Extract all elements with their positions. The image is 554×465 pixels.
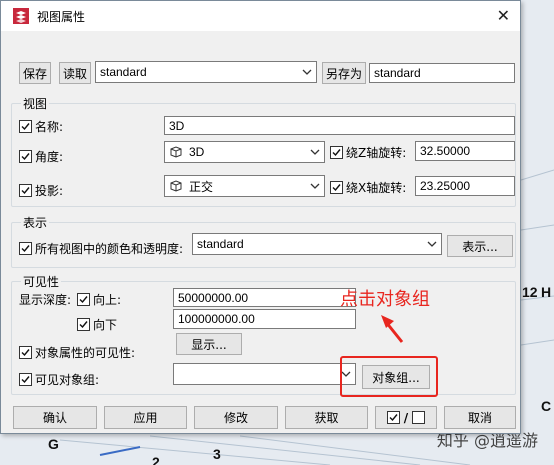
object-props-visibility-label: 对象属性的可见性:: [35, 346, 136, 360]
read-button[interactable]: 读取: [59, 62, 91, 84]
angle-select-value: 3D: [189, 145, 205, 159]
angle-checkbox[interactable]: 角度:: [19, 148, 63, 165]
close-icon[interactable]: ✕: [497, 6, 510, 25]
visible-object-groups-label: 可见对象组:: [35, 373, 100, 387]
grid-label-g: G: [48, 436, 59, 452]
z-rotation-input[interactable]: 32.50000: [415, 141, 515, 161]
checkbox-checked-icon: [330, 181, 343, 194]
ok-button[interactable]: 确认: [13, 406, 97, 429]
orthographic-cube-icon: [170, 180, 182, 192]
show-button[interactable]: 显示...: [176, 333, 242, 355]
x-rotation-label: 绕X轴旋转:: [346, 181, 407, 195]
app-icon: [13, 8, 29, 24]
projection-select-value: 正交: [189, 179, 214, 194]
checkbox-checked-icon: [77, 318, 90, 331]
modify-button[interactable]: 修改: [194, 406, 278, 429]
checkbox-checked-icon: [77, 293, 90, 306]
projection-select[interactable]: 正交: [164, 175, 325, 197]
view-group-title: 视图: [21, 95, 50, 112]
visible-object-groups-select[interactable]: [173, 363, 356, 385]
checkbox-checked-icon: [19, 346, 32, 359]
object-props-visibility-checkbox[interactable]: 对象属性的可见性:: [19, 344, 135, 361]
annotation-arrow-icon: [381, 315, 404, 343]
save-button[interactable]: 保存: [19, 62, 51, 84]
chevron-down-icon: [302, 69, 312, 75]
checkbox-checked-icon: [19, 242, 32, 255]
z-rotation-label: 绕Z轴旋转:: [346, 146, 407, 160]
x-rotation-checkbox[interactable]: 绕X轴旋转:: [330, 179, 406, 196]
x-rotation-input[interactable]: 23.25000: [415, 176, 515, 196]
up-checkbox[interactable]: 向上:: [77, 291, 121, 308]
grid-label-c: C: [541, 398, 552, 414]
chevron-down-icon: [427, 241, 437, 247]
checkbox-checked-icon: [19, 373, 32, 386]
toggle-all-button[interactable]: /: [375, 406, 437, 429]
z-rotation-checkbox[interactable]: 绕Z轴旋转:: [330, 144, 406, 161]
color-transparency-checkbox[interactable]: 所有视图中的颜色和透明度:: [19, 240, 183, 257]
cube-3d-icon: [170, 146, 182, 158]
checkbox-checked-icon: [19, 184, 32, 197]
angle-select[interactable]: 3D: [164, 141, 325, 163]
up-label: 向上:: [93, 293, 122, 307]
checkbox-checked-icon: [386, 411, 400, 424]
grid-label-12: 12: [522, 284, 538, 300]
visible-object-groups-checkbox[interactable]: 可见对象组:: [19, 371, 99, 388]
chevron-down-icon: [310, 183, 320, 189]
color-transparency-select[interactable]: standard: [192, 233, 442, 255]
get-button[interactable]: 获取: [285, 406, 368, 429]
down-checkbox[interactable]: 向下: [77, 316, 117, 333]
chevron-down-icon: [310, 149, 320, 155]
up-input[interactable]: 50000000.00: [173, 288, 356, 307]
preset-select[interactable]: standard: [95, 61, 317, 83]
display-group-title: 表示: [21, 214, 50, 231]
view-properties-dialog: 视图属性 ✕ 保存 读取 standard 另存为 standard 视图 名称…: [0, 0, 521, 434]
checkbox-checked-icon: [19, 150, 32, 163]
cancel-button[interactable]: 取消: [444, 406, 516, 429]
annotation-highlight-box: [340, 356, 438, 397]
projection-label: 投影:: [35, 184, 64, 198]
angle-label: 角度:: [35, 150, 64, 164]
save-as-button[interactable]: 另存为: [322, 62, 366, 84]
down-input[interactable]: 100000000.00: [173, 309, 356, 329]
name-input[interactable]: 3D: [164, 116, 515, 135]
depth-label: 显示深度:: [19, 293, 72, 307]
grid-label-3: 3: [213, 446, 221, 462]
save-as-input[interactable]: standard: [369, 63, 515, 83]
checkbox-checked-icon: [330, 146, 343, 159]
preset-select-value: standard: [100, 65, 147, 79]
name-checkbox[interactable]: 名称:: [19, 118, 63, 135]
projection-checkbox[interactable]: 投影:: [19, 182, 63, 199]
checkbox-checked-icon: [19, 120, 32, 133]
color-transparency-label: 所有视图中的颜色和透明度:: [35, 242, 184, 256]
name-label: 名称:: [35, 120, 64, 134]
annotation-text: 点击对象组: [340, 289, 430, 310]
display-button[interactable]: 表示...: [447, 235, 513, 257]
grid-label-h: H: [541, 284, 552, 300]
color-transparency-value: standard: [197, 237, 244, 251]
grid-label-2: 2: [152, 454, 160, 465]
dialog-title: 视图属性: [37, 9, 86, 24]
apply-button[interactable]: 应用: [104, 406, 187, 429]
checkbox-unchecked-icon: [412, 411, 426, 424]
visibility-group-title: 可见性: [21, 273, 62, 290]
title-bar[interactable]: 视图属性 ✕: [1, 1, 520, 31]
toggle-separator: /: [403, 410, 409, 425]
down-label: 向下: [93, 318, 118, 332]
